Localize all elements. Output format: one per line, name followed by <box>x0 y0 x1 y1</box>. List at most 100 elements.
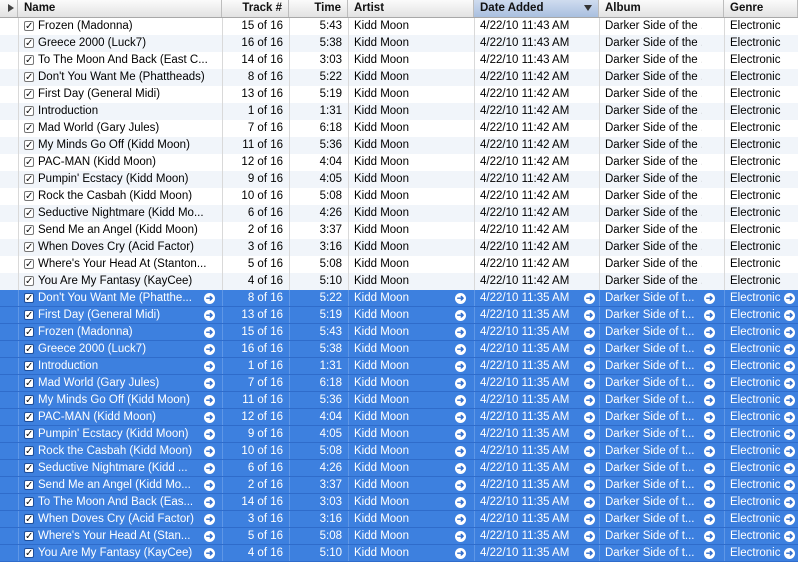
go-arrow-icon[interactable]: ➜ <box>704 344 715 355</box>
go-arrow-icon[interactable]: ➜ <box>584 446 595 457</box>
table-row[interactable]: ✓ PAC-MAN (Kidd Moon) ➜ 12 of 16 4:04 Kidd Mo… <box>0 409 798 426</box>
go-arrow-icon[interactable]: ➜ <box>704 378 715 389</box>
column-header-date-added[interactable]: Date Added <box>474 0 599 17</box>
go-arrow-icon[interactable]: ➜ <box>455 378 466 389</box>
table-row[interactable]: ✓ Where's Your Head At (Stanton... 5 of 16… <box>0 256 798 273</box>
go-arrow-icon[interactable]: ➜ <box>455 344 466 355</box>
table-row[interactable]: ✓ Don't You Want Me (Phatthe... ➜ 8 of 16 5:… <box>0 290 798 307</box>
table-row[interactable]: ✓ Seductive Nightmare (Kidd Mo... 6 of 16 4… <box>0 205 798 222</box>
go-arrow-icon[interactable]: ➜ <box>584 361 595 372</box>
checkbox-checked-icon[interactable]: ✓ <box>24 293 34 304</box>
go-arrow-icon[interactable]: ➜ <box>784 497 795 508</box>
table-row[interactable]: ✓ Introduction 1 of 16 1:31 Kidd Moon 4/22/10… <box>0 103 798 120</box>
checkbox-checked-icon[interactable]: ✓ <box>24 225 34 236</box>
table-row[interactable]: ✓ Mad World (Gary Jules) 7 of 16 6:18 Kidd M… <box>0 120 798 137</box>
go-arrow-icon[interactable]: ➜ <box>784 463 795 474</box>
go-arrow-icon[interactable]: ➜ <box>584 548 595 559</box>
table-row[interactable]: ✓ Pumpin' Ecstacy (Kidd Moon) ➜ 9 of 16 4:05… <box>0 426 798 443</box>
go-arrow-icon[interactable]: ➜ <box>704 548 715 559</box>
go-arrow-icon[interactable]: ➜ <box>584 344 595 355</box>
go-arrow-icon[interactable]: ➜ <box>204 497 215 508</box>
table-row[interactable]: ✓ Rock the Casbah (Kidd Moon) ➜ 10 of 16 5:0… <box>0 443 798 460</box>
go-arrow-icon[interactable]: ➜ <box>204 446 215 457</box>
go-arrow-icon[interactable]: ➜ <box>584 463 595 474</box>
go-arrow-icon[interactable]: ➜ <box>584 327 595 338</box>
checkbox-checked-icon[interactable]: ✓ <box>24 480 34 491</box>
go-arrow-icon[interactable]: ➜ <box>704 429 715 440</box>
table-row[interactable]: ✓ Seductive Nightmare (Kidd ... ➜ 6 of 16 4:… <box>0 460 798 477</box>
go-arrow-icon[interactable]: ➜ <box>455 514 466 525</box>
table-row[interactable]: ✓ First Day (General Midi) ➜ 13 of 16 5:19 Ki… <box>0 307 798 324</box>
go-arrow-icon[interactable]: ➜ <box>584 293 595 304</box>
go-arrow-icon[interactable]: ➜ <box>204 310 215 321</box>
go-arrow-icon[interactable]: ➜ <box>784 412 795 423</box>
checkbox-checked-icon[interactable]: ✓ <box>24 72 34 83</box>
go-arrow-icon[interactable]: ➜ <box>584 310 595 321</box>
go-arrow-icon[interactable]: ➜ <box>784 446 795 457</box>
go-arrow-icon[interactable]: ➜ <box>704 327 715 338</box>
go-arrow-icon[interactable]: ➜ <box>704 310 715 321</box>
go-arrow-icon[interactable]: ➜ <box>204 480 215 491</box>
checkbox-checked-icon[interactable]: ✓ <box>24 361 34 372</box>
checkbox-checked-icon[interactable]: ✓ <box>24 531 34 542</box>
go-arrow-icon[interactable]: ➜ <box>704 480 715 491</box>
go-arrow-icon[interactable]: ➜ <box>204 395 215 406</box>
go-arrow-icon[interactable]: ➜ <box>455 497 466 508</box>
collapse-triangle-icon[interactable] <box>8 4 14 12</box>
column-header-track[interactable]: Track # <box>222 0 289 17</box>
column-header-genre[interactable]: Genre <box>724 0 798 17</box>
checkbox-checked-icon[interactable]: ✓ <box>24 463 34 474</box>
table-row[interactable]: ✓ To The Moon And Back (Eas... ➜ 14 of 16 3:… <box>0 494 798 511</box>
go-arrow-icon[interactable]: ➜ <box>784 429 795 440</box>
go-arrow-icon[interactable]: ➜ <box>584 429 595 440</box>
go-arrow-icon[interactable]: ➜ <box>704 446 715 457</box>
go-arrow-icon[interactable]: ➜ <box>204 378 215 389</box>
go-arrow-icon[interactable]: ➜ <box>704 463 715 474</box>
go-arrow-icon[interactable]: ➜ <box>784 361 795 372</box>
go-arrow-icon[interactable]: ➜ <box>455 310 466 321</box>
checkbox-checked-icon[interactable]: ✓ <box>24 55 34 66</box>
table-row[interactable]: ✓ Introduction ➜ 1 of 16 1:31 Kidd Moon ➜ 4/22/… <box>0 358 798 375</box>
checkbox-checked-icon[interactable]: ✓ <box>24 242 34 253</box>
checkbox-checked-icon[interactable]: ✓ <box>24 548 34 559</box>
table-row[interactable]: ✓ Greece 2000 (Luck7) ➜ 16 of 16 5:38 Kidd Mo… <box>0 341 798 358</box>
checkbox-checked-icon[interactable]: ✓ <box>24 412 34 423</box>
table-row[interactable]: ✓ You Are My Fantasy (KayCee) 4 of 16 5:10 K… <box>0 273 798 290</box>
table-row[interactable]: ✓ Frozen (Madonna) ➜ 15 of 16 5:43 Kidd Moon ➜… <box>0 324 798 341</box>
table-row[interactable]: ✓ Send Me an Angel (Kidd Moon) 2 of 16 3:37… <box>0 222 798 239</box>
go-arrow-icon[interactable]: ➜ <box>455 429 466 440</box>
table-row[interactable]: ✓ Send Me an Angel (Kidd Mo... ➜ 2 of 16 3:3… <box>0 477 798 494</box>
checkbox-checked-icon[interactable]: ✓ <box>24 38 34 49</box>
table-row[interactable]: ✓ You Are My Fantasy (KayCee) ➜ 4 of 16 5:10… <box>0 545 798 562</box>
table-row[interactable]: ✓ Rock the Casbah (Kidd Moon) 10 of 16 5:08… <box>0 188 798 205</box>
go-arrow-icon[interactable]: ➜ <box>784 531 795 542</box>
checkbox-checked-icon[interactable]: ✓ <box>24 259 34 270</box>
go-arrow-icon[interactable]: ➜ <box>584 531 595 542</box>
table-row[interactable]: ✓ Pumpin' Ecstacy (Kidd Moon) 9 of 16 4:05 K… <box>0 171 798 188</box>
checkbox-checked-icon[interactable]: ✓ <box>24 395 34 406</box>
checkbox-checked-icon[interactable]: ✓ <box>24 344 34 355</box>
table-row[interactable]: ✓ When Doves Cry (Acid Factor) ➜ 3 of 16 3:1… <box>0 511 798 528</box>
table-row[interactable]: ✓ Mad World (Gary Jules) ➜ 7 of 16 6:18 Kidd … <box>0 375 798 392</box>
go-arrow-icon[interactable]: ➜ <box>704 412 715 423</box>
checkbox-checked-icon[interactable]: ✓ <box>24 327 34 338</box>
go-arrow-icon[interactable]: ➜ <box>584 395 595 406</box>
checkbox-checked-icon[interactable]: ✓ <box>24 89 34 100</box>
go-arrow-icon[interactable]: ➜ <box>455 531 466 542</box>
checkbox-checked-icon[interactable]: ✓ <box>24 378 34 389</box>
checkbox-checked-icon[interactable]: ✓ <box>24 497 34 508</box>
table-row[interactable]: ✓ First Day (General Midi) 13 of 16 5:19 Kid… <box>0 86 798 103</box>
column-header-artist[interactable]: Artist <box>348 0 474 17</box>
table-row[interactable]: ✓ Frozen (Madonna) 15 of 16 5:43 Kidd Moon 4/… <box>0 18 798 35</box>
checkbox-checked-icon[interactable]: ✓ <box>24 310 34 321</box>
go-arrow-icon[interactable]: ➜ <box>204 548 215 559</box>
checkbox-checked-icon[interactable]: ✓ <box>24 429 34 440</box>
go-arrow-icon[interactable]: ➜ <box>455 293 466 304</box>
checkbox-checked-icon[interactable]: ✓ <box>24 106 34 117</box>
go-arrow-icon[interactable]: ➜ <box>204 327 215 338</box>
table-row[interactable]: ✓ My Minds Go Off (Kidd Moon) ➜ 11 of 16 5:3… <box>0 392 798 409</box>
checkbox-checked-icon[interactable]: ✓ <box>24 123 34 134</box>
go-arrow-icon[interactable]: ➜ <box>455 548 466 559</box>
checkbox-checked-icon[interactable]: ✓ <box>24 191 34 202</box>
checkbox-checked-icon[interactable]: ✓ <box>24 276 34 287</box>
